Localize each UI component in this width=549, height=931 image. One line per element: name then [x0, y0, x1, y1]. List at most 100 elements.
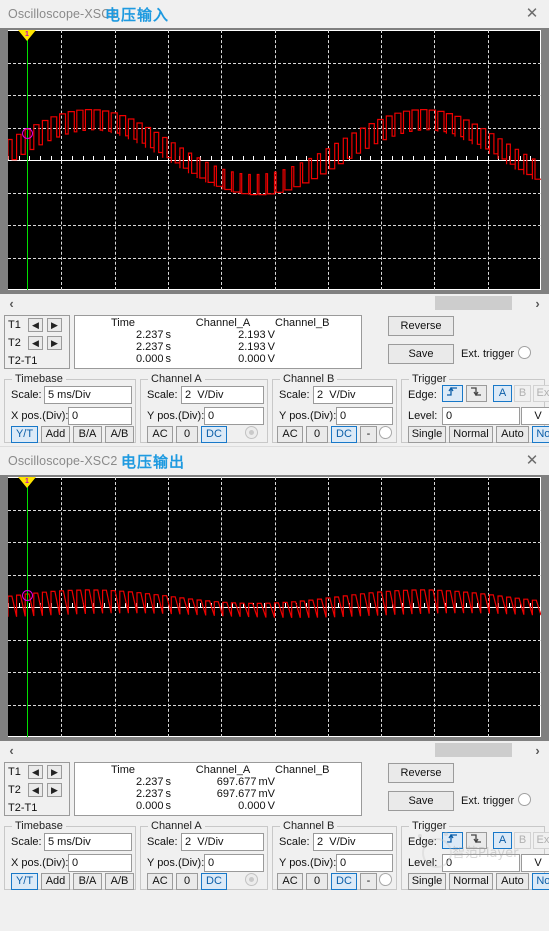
cursor-line-t1[interactable] [27, 477, 28, 737]
channel-b-group: Channel B Scale: Y pos.(Div): AC 0 DC - [272, 820, 397, 890]
channel-a-probe-radio[interactable] [245, 873, 258, 886]
cursor-t2-left-button[interactable]: ◀ [28, 336, 43, 350]
scroll-left-icon[interactable]: ‹ [4, 743, 19, 758]
trigger-level-input[interactable] [442, 854, 520, 872]
waveform-screen[interactable]: 1 [8, 30, 541, 290]
window-title-id: Oscilloscope-XSC2 [8, 454, 118, 468]
trigger-mode-normal[interactable]: Normal [449, 426, 493, 443]
close-icon[interactable]: ✕ [521, 451, 543, 471]
trigger-falling-edge-icon[interactable] [466, 385, 487, 402]
trigger-mode-none[interactable]: None [532, 873, 549, 890]
timebase-xpos-input[interactable] [68, 854, 132, 872]
channel-b-coupling-ac[interactable]: AC [277, 426, 303, 443]
channel-a-scale-label: Scale: [147, 836, 178, 848]
trigger-source-a[interactable]: A [493, 385, 512, 402]
cursor-t2-right-button[interactable]: ▶ [47, 783, 62, 797]
cursor-t1-left-button[interactable]: ◀ [28, 765, 43, 779]
scroll-right-icon[interactable]: › [530, 296, 545, 311]
cell-channel-b [275, 800, 361, 812]
trigger-mode-auto[interactable]: Auto [496, 873, 529, 890]
timebase-mode-add[interactable]: Add [41, 873, 70, 890]
trigger-level-unit-input[interactable] [521, 854, 549, 872]
timebase-mode-yt[interactable]: Y/T [11, 873, 38, 890]
scrollbar-thumb[interactable] [435, 296, 512, 310]
timebase-mode-ab[interactable]: A/B [105, 426, 134, 443]
timebase-mode-yt[interactable]: Y/T [11, 426, 38, 443]
timebase-mode-ba[interactable]: B/A [73, 426, 102, 443]
cursor-t1-right-button[interactable]: ▶ [47, 765, 62, 779]
channel-a-coupling-dc[interactable]: DC [201, 426, 227, 443]
trigger-mode-single[interactable]: Single [408, 426, 446, 443]
trigger-falling-edge-icon[interactable] [466, 832, 487, 849]
timebase-scale-input[interactable] [44, 386, 132, 404]
timebase-xpos-input[interactable] [68, 407, 132, 425]
channel-b-ypos-input[interactable] [336, 407, 393, 425]
channel-b-ypos-input[interactable] [336, 854, 393, 872]
channel-b-coupling-gnd[interactable]: 0 [306, 873, 328, 890]
trigger-source-ext[interactable]: Ext [533, 832, 549, 849]
channel-a-scale-input[interactable] [181, 833, 264, 851]
trigger-rising-edge-icon[interactable] [442, 832, 463, 849]
trigger-source-a[interactable]: A [493, 832, 512, 849]
channel-b-invert-button[interactable]: - [360, 873, 377, 890]
ext-trigger-radio[interactable] [518, 793, 531, 806]
channel-a-coupling-gnd[interactable]: 0 [176, 873, 198, 890]
channel-a-coupling-ac[interactable]: AC [147, 426, 173, 443]
channel-b-scale-input[interactable] [313, 386, 393, 404]
channel-a-ypos-input[interactable] [204, 854, 264, 872]
trigger-mode-single[interactable]: Single [408, 873, 446, 890]
cursor-line-t1[interactable] [27, 30, 28, 290]
save-button[interactable]: Save [388, 791, 454, 811]
cell-channel-b [275, 341, 361, 353]
close-icon[interactable]: ✕ [521, 4, 543, 24]
trigger-mode-normal[interactable]: Normal [449, 873, 493, 890]
channel-b-probe-radio[interactable] [379, 873, 392, 886]
channel-a-scale-input[interactable] [181, 386, 264, 404]
cursor-t1-left-button[interactable]: ◀ [28, 318, 43, 332]
channel-a-probe-radio[interactable] [245, 426, 258, 439]
cursor-t2-left-button[interactable]: ◀ [28, 783, 43, 797]
channel-b-invert-button[interactable]: - [360, 426, 377, 443]
channel-b-ypos-label: Y pos.(Div): [279, 857, 337, 869]
trigger-source-b[interactable]: B [514, 385, 531, 402]
channel-b-coupling-dc[interactable]: DC [331, 873, 357, 890]
channel-a-coupling-ac[interactable]: AC [147, 873, 173, 890]
trigger-level-input[interactable] [442, 407, 520, 425]
reverse-button[interactable]: Reverse [388, 316, 454, 336]
trigger-mode-auto[interactable]: Auto [496, 426, 529, 443]
channel-a-group-label: Channel A [148, 820, 205, 832]
channel-b-coupling-ac[interactable]: AC [277, 873, 303, 890]
scroll-right-icon[interactable]: › [530, 743, 545, 758]
trigger-source-ext[interactable]: Ext [533, 385, 549, 402]
channel-a-coupling-dc[interactable]: DC [201, 873, 227, 890]
channel-a-coupling-gnd[interactable]: 0 [176, 426, 198, 443]
channel-a-ypos-input[interactable] [204, 407, 264, 425]
horizontal-scrollbar-2[interactable]: ‹ › [0, 741, 549, 760]
cursor-knob-t1[interactable] [22, 128, 33, 139]
rising-edge-glyph [447, 833, 457, 843]
waveform-screen[interactable]: 1 [8, 477, 541, 737]
cursor-t1-right-button[interactable]: ▶ [47, 318, 62, 332]
horizontal-scrollbar-1[interactable]: ‹ › [0, 294, 549, 313]
cursor-t2-right-button[interactable]: ▶ [47, 336, 62, 350]
timebase-scale-input[interactable] [44, 833, 132, 851]
timebase-mode-add[interactable]: Add [41, 426, 70, 443]
save-button[interactable]: Save [388, 344, 454, 364]
scrollbar-thumb[interactable] [435, 743, 512, 757]
trigger-group-label: Trigger [409, 820, 450, 832]
timebase-mode-ab[interactable]: A/B [105, 873, 134, 890]
channel-b-coupling-dc[interactable]: DC [331, 426, 357, 443]
trigger-source-b[interactable]: B [514, 832, 531, 849]
table-row: 2.237 s 697.677 mV [75, 788, 361, 800]
ext-trigger-radio[interactable] [518, 346, 531, 359]
trigger-rising-edge-icon[interactable] [442, 385, 463, 402]
timebase-mode-ba[interactable]: B/A [73, 873, 102, 890]
channel-b-probe-radio[interactable] [379, 426, 392, 439]
channel-b-scale-input[interactable] [313, 833, 393, 851]
trigger-level-unit-input[interactable] [521, 407, 549, 425]
channel-b-coupling-gnd[interactable]: 0 [306, 426, 328, 443]
cursor-knob-t1[interactable] [22, 590, 33, 601]
reverse-button[interactable]: Reverse [388, 763, 454, 783]
trigger-mode-none[interactable]: None [532, 426, 549, 443]
scroll-left-icon[interactable]: ‹ [4, 296, 19, 311]
